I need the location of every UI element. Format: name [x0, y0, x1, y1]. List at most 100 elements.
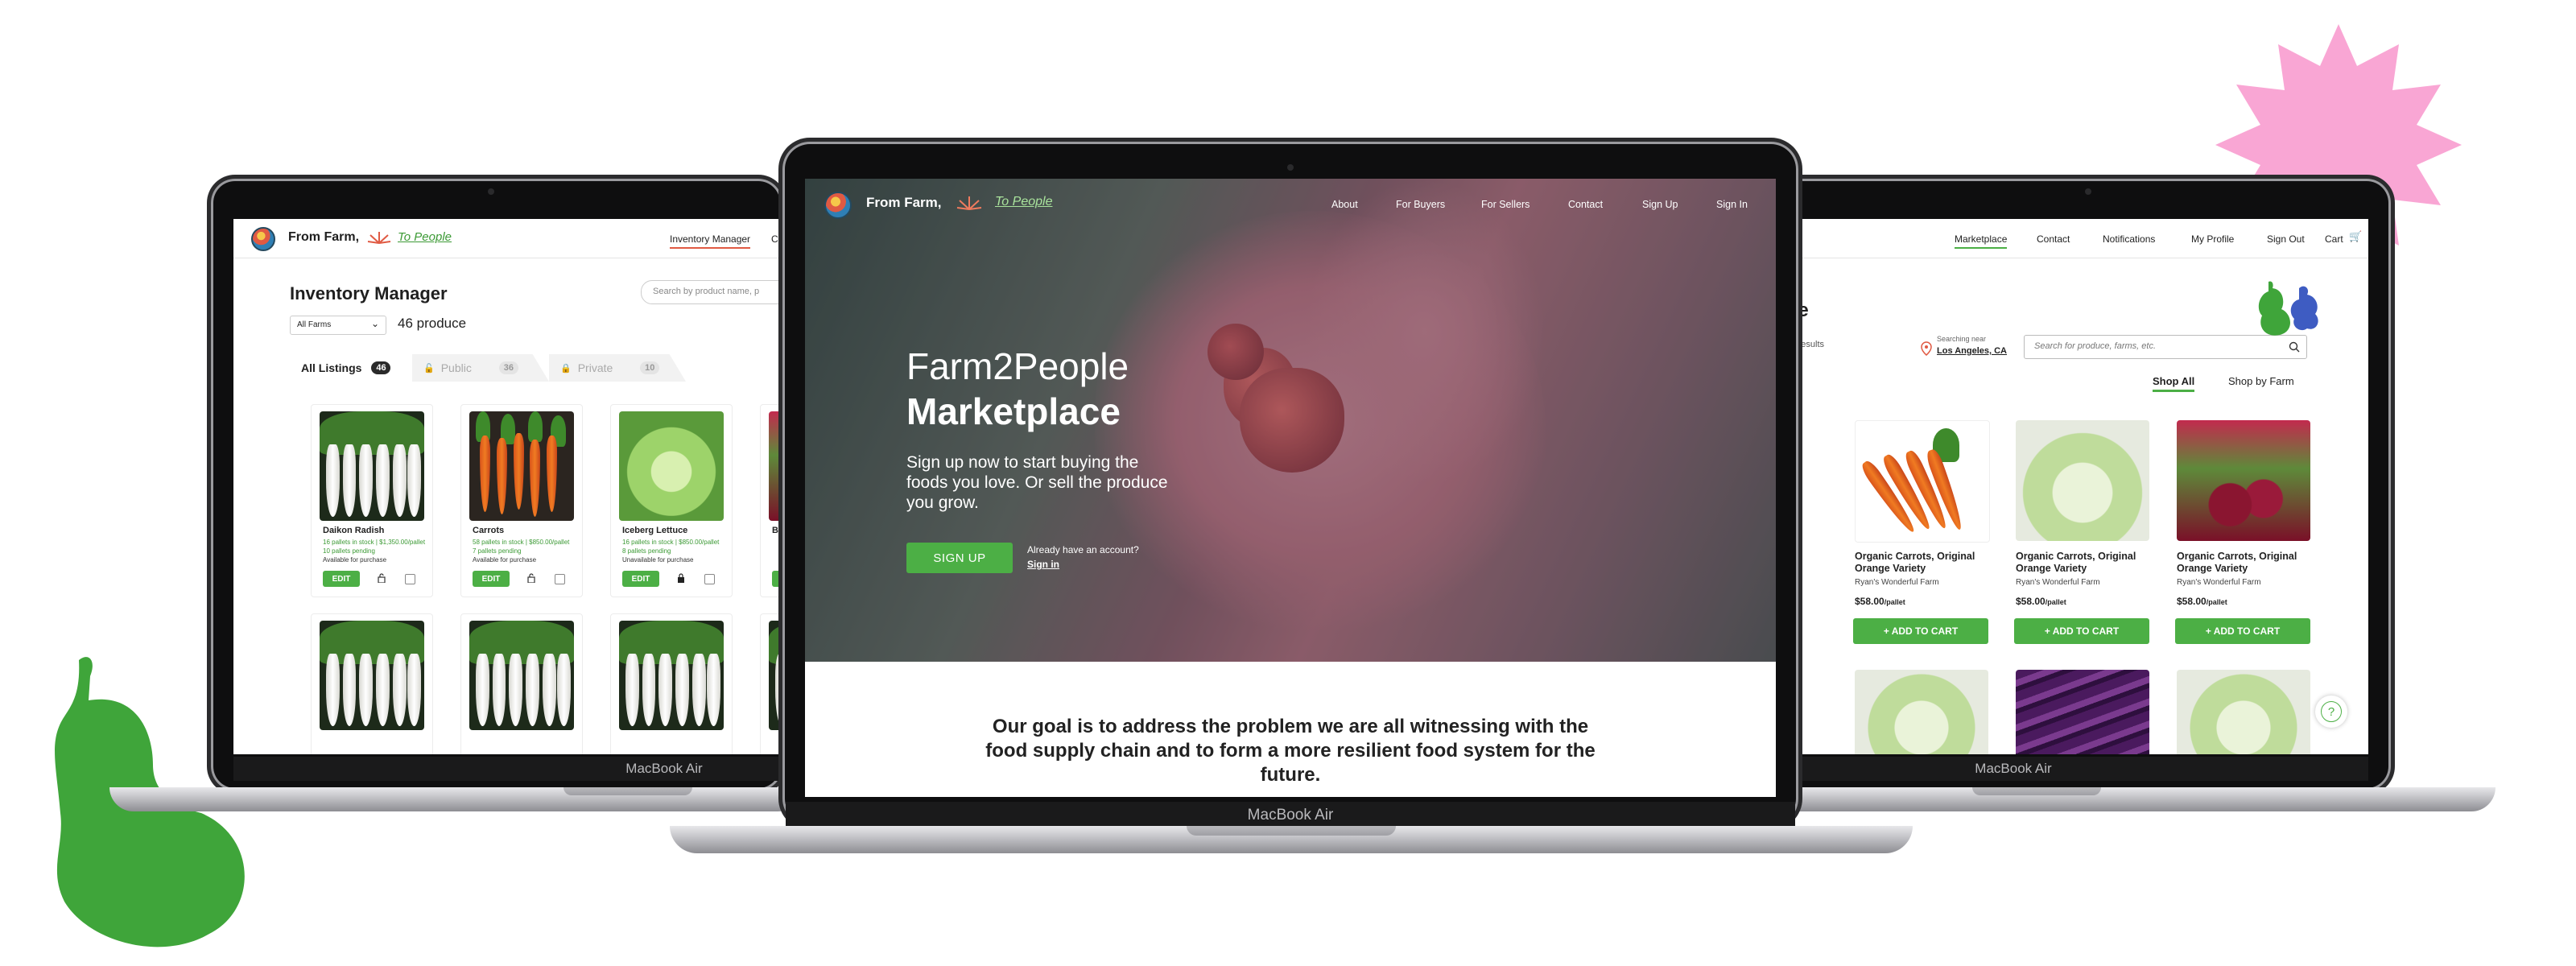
nav-marketplace[interactable]: Marketplace [1955, 233, 2008, 249]
device-label: MacBook Air [625, 761, 703, 776]
add-to-cart-button[interactable]: + ADD TO CART [1853, 618, 1988, 644]
product-card[interactable]: Organic Carrots, Original Orange Variety… [2175, 420, 2312, 654]
lettuce-image [619, 411, 724, 521]
card-price: $58.00/pallet [2177, 596, 2227, 607]
nav-contact[interactable]: Contact [1568, 199, 1603, 210]
page-title: Inventory Manager [290, 283, 448, 303]
product-card[interactable]: Organic Carrots, Original Orange Variety… [2014, 420, 2151, 654]
cabbage-image [2177, 670, 2310, 754]
select-checkbox[interactable] [405, 574, 415, 584]
tab-public[interactable]: 🔓 Public 36 [412, 354, 549, 382]
cart-icon[interactable]: 🛒 [2349, 230, 2362, 243]
add-to-cart-button[interactable]: + ADD TO CART [2014, 618, 2149, 644]
tab-all-listings[interactable]: All Listings 46 [290, 354, 411, 382]
right-laptop-camera [2085, 188, 2091, 195]
card-status: Unavailable for purchase [622, 556, 694, 564]
tab-all-listings-label: All Listings [301, 361, 362, 374]
inventory-navbar: From Farm, To People Inventory Manager C… [233, 219, 789, 258]
landing-page-screen: From Farm, To People About For Buyers Fo… [805, 179, 1776, 797]
product-card[interactable]: Organic Carrots, Original Orange Variety… [1853, 420, 1990, 654]
left-laptop-base [109, 787, 802, 811]
brand-name[interactable]: From Farm, [288, 230, 359, 245]
card-farm[interactable]: Ryan's Wonderful Farm [2177, 578, 2261, 587]
card-title[interactable]: Organic Carrots, Original Orange Variety [2016, 551, 2149, 575]
inventory-card-daikon-3[interactable] [460, 613, 583, 754]
logo-globe-icon [251, 227, 275, 251]
right-laptop-base [1771, 787, 2496, 811]
nav-sign-up[interactable]: Sign Up [1642, 199, 1678, 210]
marketplace-screen: Marketplace Contact Notifications My Pro… [1771, 219, 2368, 754]
inventory-card-daikon-4[interactable] [610, 613, 733, 754]
signup-button[interactable]: SIGN UP [906, 543, 1013, 573]
card-name: Daikon Radish [323, 526, 385, 535]
brand-tagline: To People [398, 230, 452, 244]
tab-shop-by-farm[interactable]: Shop by Farm [2228, 375, 2294, 387]
nav-about[interactable]: About [1331, 199, 1358, 210]
edit-button[interactable]: EDIT [622, 571, 659, 587]
sunrise-logo-icon [956, 196, 982, 210]
search-placeholder: Search for produce, farms, etc. [2034, 341, 2157, 351]
inventory-manager-screen: From Farm, To People Inventory Manager C… [233, 219, 789, 754]
produce-illustration [2258, 281, 2318, 336]
inventory-card-carrots[interactable]: Carrots 58 pallets in stock | $850.00/pa… [460, 404, 583, 597]
searching-near-label: Searching near [1937, 335, 1987, 343]
search-input[interactable]: Search for produce, farms, etc. [2024, 335, 2307, 359]
farm-select[interactable]: All Farms ⌄ [290, 316, 386, 335]
nav-contact[interactable]: Contact [2037, 233, 2070, 245]
sunrise-logo-icon [367, 232, 391, 244]
card-price: $58.00/pallet [2016, 596, 2066, 607]
nav-sign-in[interactable]: Sign In [1716, 199, 1748, 210]
inventory-card-daikon-2[interactable] [311, 613, 433, 754]
nav-notifications[interactable]: Notifications [2103, 233, 2155, 245]
lock-icon[interactable] [677, 573, 685, 583]
carrot-image [1855, 420, 1990, 543]
unlock-icon[interactable] [527, 573, 535, 583]
nav-inventory-manager[interactable]: Inventory Manager [670, 233, 751, 249]
edit-button[interactable]: EDIT [323, 571, 360, 587]
nav-sign-out[interactable]: Sign Out [2267, 233, 2305, 245]
location-link[interactable]: Los Angeles, CA [1937, 346, 2007, 356]
unlock-icon: 🔓 [423, 363, 435, 374]
select-checkbox[interactable] [555, 574, 565, 584]
inventory-card-daikon[interactable]: Daikon Radish 16 pallets in stock | $1,3… [311, 404, 433, 597]
card-pending: 7 pallets pending [473, 547, 522, 555]
daikon-image [619, 621, 724, 730]
nav-for-buyers[interactable]: For Buyers [1396, 199, 1445, 210]
card-farm[interactable]: Ryan's Wonderful Farm [1855, 578, 1939, 587]
card-pending: 10 pallets pending [323, 547, 375, 555]
tab-all-listings-count: 46 [371, 361, 391, 374]
signin-link[interactable]: Sign in [1027, 559, 1059, 570]
account-prompt: Already have an account? [1027, 544, 1139, 555]
unlock-icon[interactable] [378, 573, 386, 583]
lock-icon: 🔒 [560, 363, 572, 374]
tab-private-count: 10 [640, 361, 660, 374]
hero-subtitle: Sign up now to start buying the foods yo… [906, 453, 1168, 512]
hero-title-bold: Marketplace [906, 390, 1121, 432]
card-name: Carrots [473, 526, 505, 535]
center-laptop-chin: MacBook Air [786, 802, 1795, 826]
marketplace-navbar: Marketplace Contact Notifications My Pro… [1771, 219, 2368, 258]
brand-name[interactable]: From Farm, [866, 195, 942, 211]
search-icon[interactable] [2289, 341, 2300, 353]
search-input[interactable]: Search by product name, p [641, 280, 789, 304]
nav-my-profile[interactable]: My Profile [2191, 233, 2234, 245]
tab-public-count: 36 [498, 361, 518, 374]
help-button[interactable]: ? [2315, 696, 2347, 728]
tab-public-label: Public [440, 361, 472, 374]
card-status: Available for purchase [473, 556, 537, 564]
edit-button[interactable]: EDIT [473, 571, 510, 587]
card-stock: 58 pallets in stock | $850.00/pallet [473, 539, 570, 546]
nav-for-sellers[interactable]: For Sellers [1481, 199, 1530, 210]
help-icon: ? [2321, 701, 2342, 722]
tab-private[interactable]: 🔒 Private 10 [549, 354, 686, 382]
daikon-image [469, 621, 574, 730]
select-checkbox[interactable] [704, 574, 715, 584]
card-title[interactable]: Organic Carrots, Original Orange Variety [2177, 551, 2310, 575]
tab-shop-all[interactable]: Shop All [2153, 375, 2195, 392]
card-farm[interactable]: Ryan's Wonderful Farm [2016, 578, 2100, 587]
inventory-card-lettuce[interactable]: Iceberg Lettuce 16 pallets in stock | $8… [610, 404, 733, 597]
card-title[interactable]: Organic Carrots, Original Orange Variety [1855, 551, 1988, 575]
nav-cart[interactable]: Cart [2325, 233, 2343, 245]
left-laptop-chin: MacBook Air [233, 757, 789, 781]
add-to-cart-button[interactable]: + ADD TO CART [2175, 618, 2310, 644]
